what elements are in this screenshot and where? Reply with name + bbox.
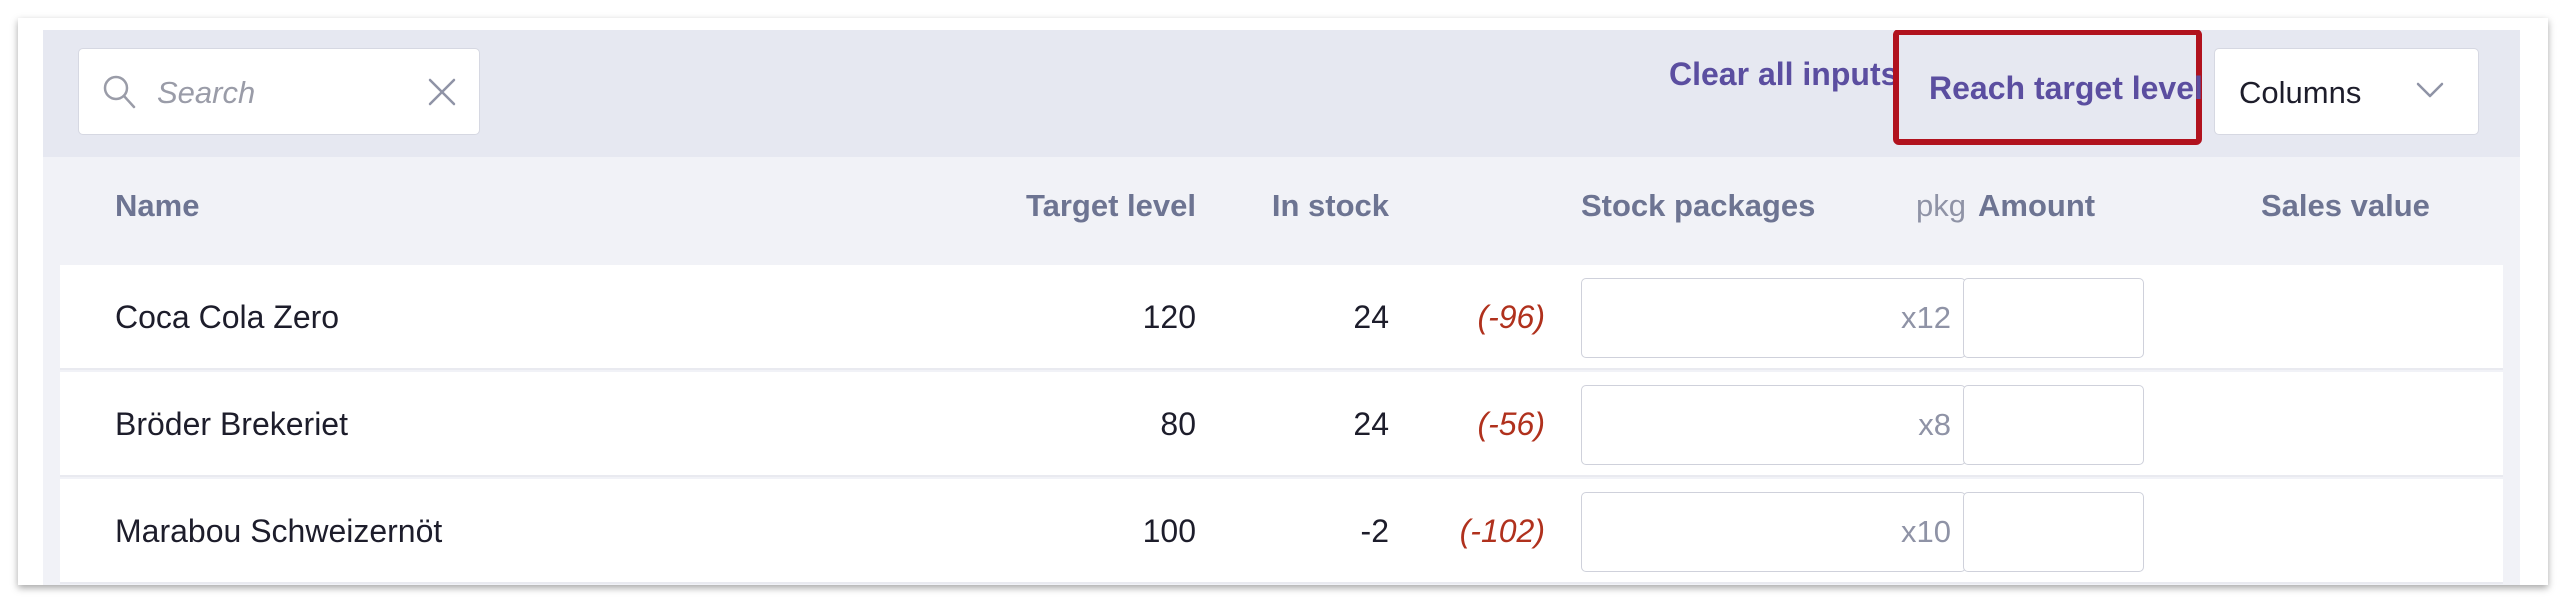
stock-difference: (-102) <box>1459 513 1545 549</box>
amount-input[interactable] <box>1963 385 2144 465</box>
header-in-stock[interactable]: In stock <box>1223 188 1389 224</box>
stock-packages-input[interactable]: x10 <box>1581 492 1966 572</box>
target-level: 120 <box>1142 299 1196 335</box>
package-size: x8 <box>1918 407 1951 442</box>
header-pkg: pkg <box>1916 188 1966 223</box>
in-stock: 24 <box>1353 299 1389 335</box>
clear-search-icon[interactable] <box>427 77 457 107</box>
product-name: Bröder Brekeriet <box>115 406 348 442</box>
header-sales-value[interactable]: Sales value <box>2261 188 2430 224</box>
in-stock: 24 <box>1353 406 1389 442</box>
search-icon <box>103 75 136 109</box>
search-placeholder: Search <box>157 75 256 110</box>
stock-difference: (-96) <box>1477 299 1545 335</box>
package-size: x10 <box>1901 514 1951 549</box>
table-row: Marabou Schweizernöt 100 -2 (-102) x10 <box>60 479 2503 584</box>
stock-difference: (-56) <box>1477 406 1545 442</box>
stock-packages-input[interactable]: x8 <box>1581 385 1966 465</box>
toolbar: Search Clear all inputs Reach target lev… <box>43 30 2520 157</box>
chevron-down-icon <box>2416 82 2444 98</box>
header-name[interactable]: Name <box>115 188 199 224</box>
stock-packages-input[interactable]: x12 <box>1581 278 1966 358</box>
amount-input[interactable] <box>1963 492 2144 572</box>
table-row: Coca Cola Zero 120 24 (-96) x12 <box>60 265 2503 370</box>
reach-target-level-label: Reach target level <box>1929 70 2203 106</box>
package-size: x12 <box>1901 300 1951 335</box>
amount-input[interactable] <box>1963 278 2144 358</box>
table-row: Bröder Brekeriet 80 24 (-56) x8 <box>60 372 2503 477</box>
clear-all-inputs-button[interactable]: Clear all inputs <box>1669 56 1898 93</box>
columns-dropdown[interactable]: Columns <box>2214 48 2479 135</box>
header-amount[interactable]: Amount <box>1978 188 2095 224</box>
in-stock: -2 <box>1360 513 1389 549</box>
target-level: 80 <box>1160 406 1196 442</box>
header-target-level[interactable]: Target level <box>923 188 1196 224</box>
target-level: 100 <box>1142 513 1196 549</box>
reach-target-level-button[interactable]: Reach target level <box>1893 30 2203 145</box>
stock-panel: Search Clear all inputs Reach target lev… <box>43 30 2520 585</box>
columns-label: Columns <box>2239 75 2362 110</box>
search-input[interactable]: Search <box>78 48 480 135</box>
product-name: Coca Cola Zero <box>115 299 340 335</box>
product-name: Marabou Schweizernöt <box>115 513 443 549</box>
header-stock-packages[interactable]: Stock packages <box>1581 188 1815 224</box>
stock-card: Search Clear all inputs Reach target lev… <box>18 18 2548 585</box>
